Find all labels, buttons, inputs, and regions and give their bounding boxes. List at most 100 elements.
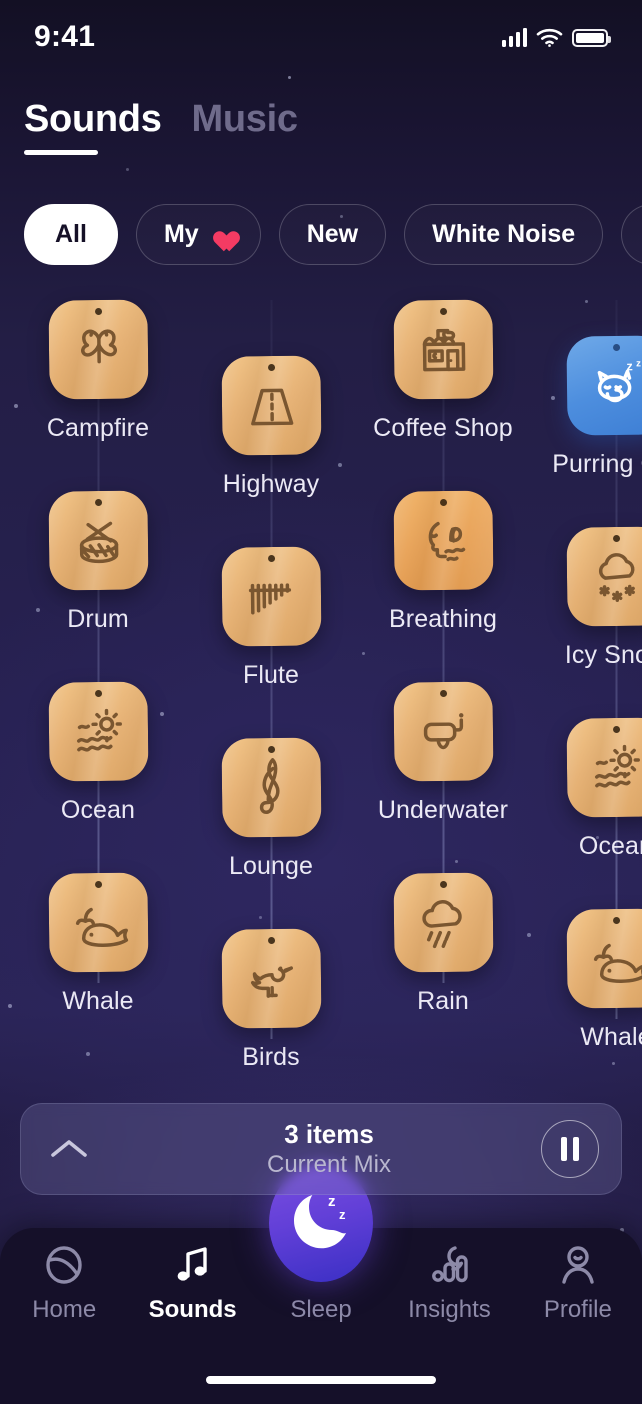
player-info: 3 items Current Mix — [117, 1119, 541, 1180]
insights-bars-icon — [432, 1246, 469, 1283]
star — [288, 76, 291, 79]
sound-label: Campfire — [46, 414, 150, 442]
sound-card[interactable]: Whale — [12, 872, 184, 1016]
bottom-nav: z z Home Sounds Sleep Insights Profile — [0, 1164, 642, 1404]
sound-label: Underwater — [377, 796, 509, 824]
battery-icon — [572, 29, 611, 47]
sound-tile[interactable] — [392, 872, 494, 973]
sound-tile[interactable] — [565, 908, 642, 1009]
snow-cloud-icon — [597, 552, 634, 602]
filter-chip-white-noise[interactable]: White Noise — [404, 203, 604, 265]
bird-icon — [249, 965, 292, 998]
sound-card[interactable]: Whale — [530, 908, 642, 1052]
nav-label: Profile — [543, 1296, 612, 1323]
snorkel-mask-icon — [422, 712, 463, 749]
expand-player-button[interactable] — [21, 1134, 117, 1164]
sound-card[interactable]: Ocean — [12, 681, 184, 825]
sound-card[interactable]: Icy Snow — [530, 526, 642, 670]
rain-cloud-icon — [421, 899, 461, 948]
sound-card[interactable]: Ocean — [530, 717, 642, 861]
filter-chip-row[interactable]: All My New White Noise Water — [0, 203, 642, 265]
ocean-sun-icon — [76, 708, 121, 752]
svg-text:z: z — [339, 1207, 346, 1222]
sound-label: Rain — [417, 987, 469, 1015]
nav-label: Home — [32, 1296, 97, 1323]
sound-tile[interactable] — [47, 872, 149, 973]
sound-label: Flute — [242, 661, 300, 689]
sound-tile[interactable] — [220, 928, 322, 1029]
sound-card[interactable]: Rain — [357, 872, 529, 1016]
sound-card[interactable]: Flute — [185, 546, 357, 690]
sound-card[interactable]: Highway — [185, 355, 357, 499]
tab-music[interactable]: Music — [192, 98, 299, 155]
chevron-up-icon — [51, 1140, 87, 1157]
sound-label: Purring Cat — [552, 450, 642, 478]
whale-icon — [74, 907, 128, 947]
heart-icon — [209, 223, 233, 245]
moon-zzz-icon: z z — [294, 1193, 347, 1249]
sound-label: Breathing — [389, 605, 497, 633]
star — [126, 168, 129, 171]
player-subtitle: Current Mix — [266, 1151, 392, 1179]
sound-card[interactable]: zz Purring Cat — [530, 335, 642, 479]
sound-label: Whale — [62, 987, 134, 1015]
sound-tile[interactable] — [47, 299, 149, 400]
sound-tile[interactable] — [392, 490, 494, 591]
svg-text:z: z — [635, 358, 640, 369]
sound-label: Lounge — [228, 852, 314, 880]
nav-label: Sleep — [290, 1296, 352, 1323]
mini-player[interactable]: 3 items Current Mix — [20, 1103, 622, 1195]
home-icon — [46, 1246, 82, 1284]
sound-tile[interactable] — [47, 681, 149, 782]
player-item-count: 3 items — [284, 1118, 374, 1149]
svg-text:z: z — [328, 1193, 336, 1210]
sound-tile[interactable]: zz — [565, 335, 642, 436]
sound-tile[interactable] — [220, 546, 322, 647]
treble-clef-icon — [258, 757, 279, 814]
nav-item-insights[interactable]: Insights — [385, 1242, 513, 1346]
nav-item-home[interactable]: Home — [0, 1242, 128, 1346]
filter-chip-label: All — [55, 219, 87, 248]
sound-tile[interactable] — [565, 717, 642, 818]
status-clock: 9:41 — [34, 20, 96, 53]
filter-chip-new[interactable]: New — [278, 203, 387, 265]
pan-flute-icon — [247, 582, 291, 614]
filter-chip-my[interactable]: My — [135, 203, 261, 265]
sound-label: Icy Snow — [564, 641, 642, 669]
whale-icon — [592, 943, 642, 983]
nav-label: Sounds — [148, 1296, 237, 1323]
sound-grid: Campfire Drum Ocean Whale Highway Flute Lounge… — [0, 299, 642, 1100]
person-icon — [562, 1246, 594, 1284]
sound-label: Birds — [242, 1043, 300, 1071]
sound-tile[interactable] — [392, 299, 494, 400]
sound-label: Ocean — [578, 832, 642, 860]
filter-chip-water[interactable]: Water — [621, 203, 642, 265]
sound-tile[interactable] — [392, 681, 494, 782]
sound-card[interactable]: Campfire — [12, 299, 184, 443]
nav-label: Insights — [408, 1296, 491, 1323]
butterfly-icon — [80, 328, 116, 363]
highway-icon — [250, 388, 293, 425]
sound-card[interactable]: Birds — [185, 928, 357, 1072]
sound-tile[interactable] — [220, 737, 322, 838]
sound-card[interactable]: Lounge — [185, 737, 357, 881]
sound-tile[interactable] — [220, 355, 322, 456]
sound-label: Highway — [222, 470, 320, 498]
sound-card[interactable]: Underwater — [357, 681, 529, 825]
music-note-icon — [177, 1247, 207, 1281]
tab-sounds[interactable]: Sounds — [24, 98, 162, 155]
sound-tile[interactable] — [47, 490, 149, 591]
sound-label: Coffee Shop — [373, 414, 513, 442]
nav-item-profile[interactable]: Profile — [514, 1242, 642, 1346]
filter-chip-all[interactable]: All — [24, 203, 118, 265]
pause-button[interactable] — [541, 1120, 599, 1178]
sound-card[interactable]: Drum — [12, 490, 184, 634]
cellular-bars-icon — [502, 27, 527, 47]
filter-chip-label: My — [163, 219, 199, 248]
sound-card[interactable]: Coffee Shop — [357, 299, 529, 443]
sound-label: Ocean — [60, 796, 136, 824]
sound-card[interactable]: Breathing — [357, 490, 529, 634]
sound-tile[interactable] — [565, 526, 642, 627]
breathing-face-icon — [427, 521, 465, 561]
nav-item-sounds[interactable]: Sounds — [128, 1242, 256, 1346]
